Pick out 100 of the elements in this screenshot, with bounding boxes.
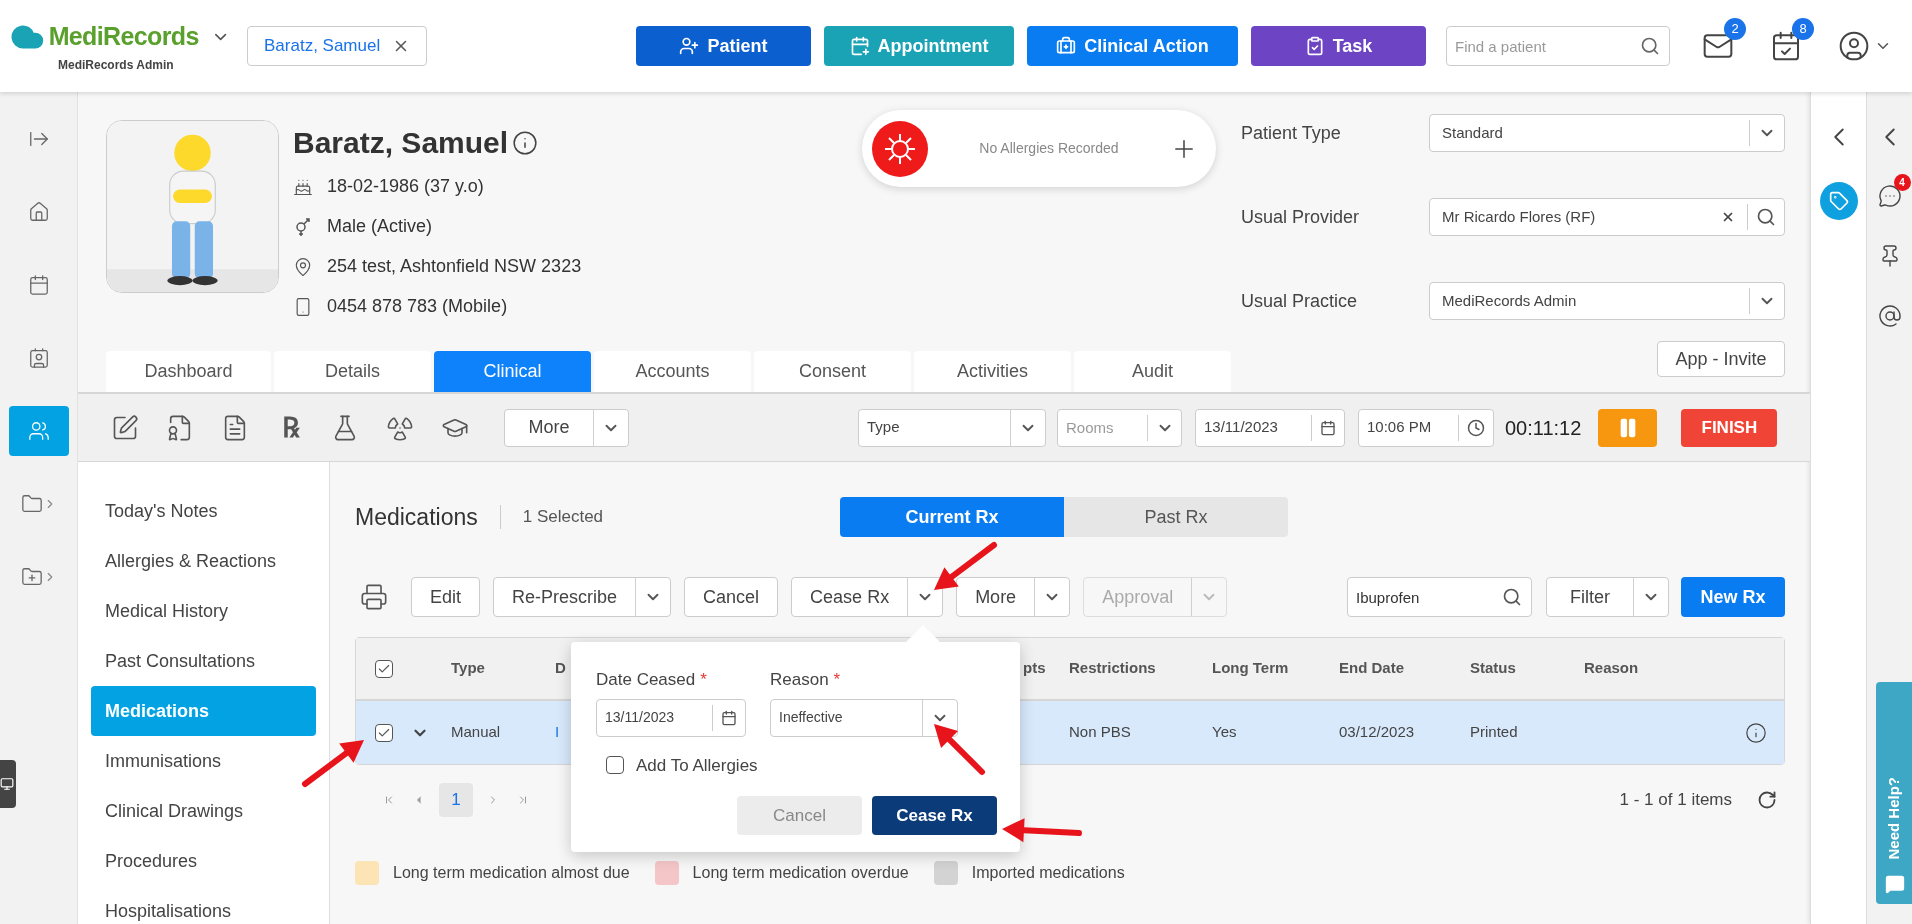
rooms-select[interactable]: Rooms: [1057, 408, 1182, 447]
select-field[interactable]: MediRecords Admin: [1429, 282, 1785, 320]
count-badge: 8: [1792, 18, 1814, 40]
calendar-icon: [27, 274, 50, 296]
tab[interactable]: Dashboard: [106, 351, 271, 392]
action-icon: [849, 36, 870, 56]
gender-icon: [293, 216, 313, 237]
search-field[interactable]: Ibuprofen: [1347, 577, 1532, 617]
contacts-icon: [27, 347, 50, 369]
provider-field[interactable]: Mr Ricardo Flores (RF): [1429, 198, 1785, 236]
patient-detail: Male (Active): [327, 215, 433, 238]
tab[interactable]: Activities: [914, 351, 1071, 392]
field-label: Usual Provider: [1241, 205, 1361, 229]
search-field[interactable]: Find a patient: [1446, 26, 1670, 66]
calendar-icon[interactable]: [1770, 30, 1802, 62]
field-label: Usual Practice: [1241, 289, 1359, 313]
split-button[interactable]: Cease Rx: [791, 577, 944, 617]
action-button[interactable]: Cancel: [684, 577, 779, 617]
annotation-arrow: [302, 740, 364, 787]
calendar-icon: [721, 709, 737, 726]
action-button[interactable]: Clinical Action: [1027, 26, 1238, 66]
split-button[interactable]: More: [956, 577, 1071, 617]
tab[interactable]: Accounts: [594, 351, 751, 392]
table-cell-text: Printed: [1470, 722, 1518, 743]
brand-name: MediRecords: [48, 21, 199, 53]
info-icon[interactable]: [512, 129, 539, 156]
select-field[interactable]: Standard: [1429, 114, 1785, 152]
mention-icon[interactable]: [1877, 304, 1902, 328]
app-invite-button[interactable]: App - Invite: [1657, 341, 1785, 377]
type-select[interactable]: Type: [858, 408, 1046, 447]
checkbox[interactable]: [374, 659, 393, 678]
section-title: Medications: [355, 502, 478, 532]
screen-tab[interactable]: [0, 760, 16, 808]
legend-label: Long term medication almost due: [393, 863, 630, 883]
cease-rx-button[interactable]: Cease Rx: [872, 796, 997, 835]
allergy-status: No Allergies Recorded: [978, 139, 1120, 158]
column-header: End Date: [1339, 658, 1404, 679]
finish-button[interactable]: FINISH: [1681, 408, 1778, 447]
action-button[interactable]: Edit: [411, 577, 481, 617]
view-toggle[interactable]: Past Rx: [1064, 497, 1288, 537]
rail-item[interactable]: [8, 406, 69, 456]
page-number[interactable]: 1: [439, 783, 473, 817]
required-mark: *: [700, 669, 707, 691]
clear-icon[interactable]: [1721, 210, 1735, 224]
nav-item[interactable]: Today's Notes: [91, 486, 316, 536]
search-icon[interactable]: [1756, 207, 1776, 227]
map-pin-icon: [293, 256, 313, 277]
legend-label: Imported medications: [971, 863, 1125, 883]
more-dropdown[interactable]: More: [504, 408, 629, 447]
tab[interactable]: Consent: [754, 351, 911, 392]
count-badge: 2: [1724, 18, 1746, 40]
tab[interactable]: Details: [274, 351, 431, 392]
filter-dropdown[interactable]: Filter: [1546, 577, 1669, 617]
drug-link[interactable]: I: [555, 721, 560, 744]
calendar-icon: [1320, 419, 1336, 436]
nav-item[interactable]: Hospitalisations: [91, 886, 316, 924]
folder-plus-icon: [20, 566, 43, 588]
action-button[interactable]: Patient: [636, 26, 811, 66]
patient-tab[interactable]: Baratz, Samuel: [247, 26, 427, 66]
info-icon[interactable]: [1745, 721, 1767, 744]
last-page-icon[interactable]: [517, 794, 529, 806]
column-header: pts: [1023, 658, 1046, 679]
action-icon: [1056, 36, 1077, 56]
nav-item[interactable]: Allergies & Reactions: [91, 536, 316, 586]
avatar-icon[interactable]: [1838, 30, 1870, 62]
refresh-icon[interactable]: [1757, 790, 1777, 810]
checkbox[interactable]: [606, 756, 624, 775]
edit-note-icon[interactable]: [111, 413, 139, 442]
required-mark: *: [833, 669, 841, 691]
column-header: Type: [451, 658, 485, 679]
table-cell-text: Non PBS: [1069, 722, 1131, 743]
first-page-icon[interactable]: [383, 794, 395, 806]
checkbox[interactable]: [374, 723, 393, 742]
time-field[interactable]: 10:06 PM: [1358, 408, 1494, 447]
new-rx-button[interactable]: New Rx: [1681, 577, 1785, 617]
chat-icon[interactable]: [1877, 184, 1902, 208]
nav-item[interactable]: Medical History: [91, 586, 316, 636]
nav-item[interactable]: Past Consultations: [91, 636, 316, 686]
rx-button[interactable]: ℞: [276, 413, 304, 442]
annotation-arrow: [934, 724, 985, 775]
date-field[interactable]: 13/11/2023: [1195, 408, 1345, 447]
date-field[interactable]: 13/11/2023: [596, 698, 746, 737]
view-toggle[interactable]: Current Rx: [840, 497, 1064, 537]
nav-item[interactable]: Procedures: [91, 836, 316, 886]
action-button[interactable]: Task: [1251, 26, 1426, 66]
field-label: Patient Type: [1241, 121, 1342, 145]
tab[interactable]: Audit: [1074, 351, 1231, 392]
folder-icon: [20, 493, 43, 515]
nav-item[interactable]: Clinical Drawings: [91, 786, 316, 836]
print-icon[interactable]: [360, 583, 388, 611]
annotation-arrow: [934, 542, 997, 590]
nav-item[interactable]: Immunisations: [91, 736, 316, 786]
patient-detail: 18-02-1986 (37 y.o): [327, 175, 484, 198]
column-header: Status: [1470, 658, 1516, 679]
split-button[interactable]: Re-Prescribe: [493, 577, 672, 617]
tab[interactable]: Clinical: [434, 351, 591, 392]
tag-button[interactable]: [1819, 182, 1858, 220]
home-icon: [27, 201, 50, 223]
table-cell-text: Manual: [451, 722, 501, 743]
people-icon: [27, 420, 50, 442]
